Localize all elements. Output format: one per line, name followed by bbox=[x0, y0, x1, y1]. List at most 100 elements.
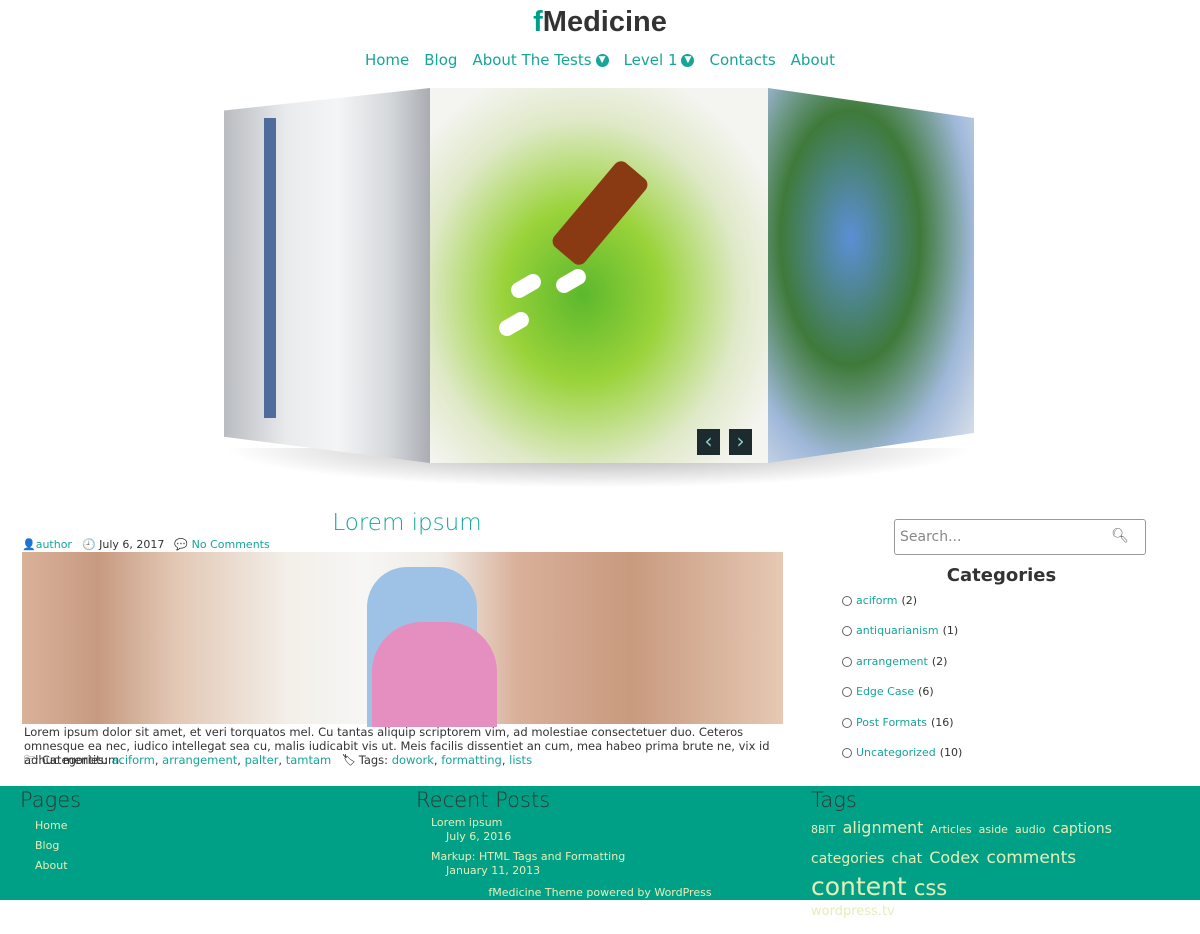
nav-about-the-tests[interactable]: About The Tests ▼ bbox=[472, 51, 609, 69]
tag-link[interactable]: wordpress.tv bbox=[811, 904, 895, 919]
tags-icon: 🏷 bbox=[342, 753, 356, 767]
recent-posts-title: Recent Posts bbox=[416, 788, 551, 812]
tag-link[interactable]: comments bbox=[986, 848, 1076, 868]
nav-blog[interactable]: Blog bbox=[424, 51, 457, 69]
category-item: antiquarianism (1) bbox=[842, 624, 962, 654]
comment-icon: 💬 bbox=[174, 538, 189, 551]
recent-post-link[interactable]: Lorem ipsum bbox=[431, 816, 625, 830]
category-link[interactable]: aciform bbox=[111, 753, 154, 767]
user-icon: 👤 bbox=[22, 538, 36, 551]
chevron-right-icon[interactable]: › bbox=[729, 429, 752, 455]
slide-leaf-pills-image bbox=[430, 88, 768, 463]
comments-meta: 💬 No Comments bbox=[174, 538, 269, 551]
category-item: Edge Case (6) bbox=[842, 685, 962, 715]
category-link[interactable]: palter bbox=[245, 753, 279, 767]
category-item: arrangement (2) bbox=[842, 655, 962, 685]
tag-link[interactable]: formatting bbox=[441, 753, 502, 767]
tag-link[interactable]: chat bbox=[891, 851, 922, 867]
category-link[interactable]: aciform bbox=[856, 594, 898, 624]
tag-link[interactable]: categories bbox=[811, 851, 884, 867]
category-count: (16) bbox=[931, 715, 954, 729]
tag-link[interactable]: dowork bbox=[392, 753, 434, 767]
category-count: (10) bbox=[939, 745, 963, 759]
tag-link[interactable]: Codex bbox=[929, 848, 979, 867]
pages-title: Pages bbox=[20, 788, 82, 812]
pill-shape bbox=[496, 309, 532, 339]
circle-bullet-icon bbox=[842, 717, 852, 728]
chevron-down-icon: ▼ bbox=[595, 53, 609, 67]
circle-bullet-icon bbox=[842, 687, 852, 698]
recent-post-link[interactable]: Markup: HTML Tags and Formatting bbox=[431, 850, 625, 864]
pill-shape bbox=[508, 271, 544, 301]
post-terms: 🗁 Categories: aciform, arrangement, palt… bbox=[24, 753, 533, 767]
powered-by[interactable]: fMedicine Theme powered by WordPress bbox=[0, 886, 1200, 899]
tags-label: Tags: bbox=[358, 753, 389, 767]
bottle-shape bbox=[549, 158, 651, 268]
nav-contacts[interactable]: Contacts bbox=[709, 51, 775, 69]
slide-doctor-image bbox=[224, 88, 430, 463]
pages-list: Home Blog About bbox=[35, 816, 68, 876]
comments-link[interactable]: No Comments bbox=[192, 538, 270, 551]
recent-post-date: January 11, 2013 bbox=[446, 864, 541, 877]
category-link[interactable]: arrangement bbox=[856, 655, 928, 685]
recent-posts-list: Lorem ipsum July 6, 2016 Markup: HTML Ta… bbox=[431, 816, 625, 878]
circle-bullet-icon bbox=[842, 747, 852, 758]
post-title[interactable]: Lorem ipsum bbox=[22, 510, 792, 536]
category-item: Uncategorized (10) bbox=[842, 746, 962, 776]
post-meta: 👤author 🕘 July 6, 2017 💬 No Comments bbox=[22, 538, 270, 551]
category-count: (2) bbox=[931, 654, 948, 668]
post-date: July 6, 2017 bbox=[99, 538, 165, 551]
category-item: aciform (2) bbox=[842, 594, 962, 624]
author-link[interactable]: author bbox=[36, 538, 72, 551]
category-count: (6) bbox=[918, 685, 934, 699]
category-count: (1) bbox=[942, 624, 959, 638]
tag-link[interactable]: captions bbox=[1053, 821, 1112, 837]
footer: Pages Home Blog About Recent Posts Lorem… bbox=[0, 786, 1200, 919]
image-slider: ‹ › bbox=[222, 88, 976, 488]
nav-level-1[interactable]: Level 1 ▼ bbox=[624, 51, 695, 69]
main-nav: Home Blog About The Tests ▼ Level 1 ▼ Cont… bbox=[0, 51, 1200, 69]
site-logo[interactable]: fMedicine bbox=[0, 6, 1200, 39]
footer-page-link[interactable]: Blog bbox=[35, 836, 68, 856]
tag-link[interactable]: audio bbox=[1015, 823, 1045, 836]
footer-page-link[interactable]: Home bbox=[35, 816, 68, 836]
clock-icon: 🕘 bbox=[81, 538, 96, 551]
tag-link[interactable]: lists bbox=[509, 753, 532, 767]
patient-shape bbox=[372, 622, 497, 727]
category-link[interactable]: Edge Case bbox=[856, 685, 914, 715]
folder-icon: 🗁 bbox=[24, 753, 39, 767]
category-link[interactable]: Post Formats bbox=[856, 716, 927, 746]
tag-link[interactable]: Articles bbox=[931, 823, 972, 836]
search-input[interactable]: Search... 🔍︎ bbox=[894, 519, 1146, 555]
nav-about[interactable]: About bbox=[791, 51, 835, 69]
category-item: Post Formats (16) bbox=[842, 716, 962, 746]
author-meta: 👤author bbox=[22, 538, 72, 551]
circle-bullet-icon bbox=[842, 596, 852, 606]
category-link[interactable]: arrangement bbox=[162, 753, 237, 767]
category-link[interactable]: Uncategorized bbox=[856, 746, 936, 776]
category-link[interactable]: antiquarianism bbox=[856, 624, 939, 654]
search-placeholder: Search... bbox=[900, 529, 962, 545]
tag-link[interactable]: aside bbox=[979, 823, 1008, 836]
tags-title: Tags bbox=[811, 788, 857, 812]
categories-title: Categories bbox=[946, 565, 1057, 586]
search-icon[interactable]: 🔍︎ bbox=[1111, 528, 1129, 544]
pill-shape bbox=[553, 266, 589, 296]
circle-bullet-icon bbox=[842, 656, 852, 667]
tag-cloud: 8BIT alignment Articles aside audio capt… bbox=[811, 814, 1171, 934]
recent-post-date: July 6, 2016 bbox=[446, 830, 512, 843]
tag-link[interactable]: alignment bbox=[843, 818, 924, 837]
post-featured-image[interactable] bbox=[22, 552, 783, 727]
category-count: (2) bbox=[901, 594, 918, 607]
tag-link[interactable]: 8BIT bbox=[811, 823, 836, 836]
chevron-left-icon[interactable]: ‹ bbox=[697, 429, 720, 455]
categories-label: Categories: bbox=[41, 753, 108, 767]
categories-list: aciform (2) antiquarianism (1) arrangement… bbox=[842, 594, 962, 776]
circle-bullet-icon bbox=[842, 626, 852, 637]
slide-flowers-image bbox=[768, 88, 974, 463]
nav-home[interactable]: Home bbox=[365, 51, 409, 69]
footer-page-link[interactable]: About bbox=[35, 856, 68, 876]
chevron-down-icon: ▼ bbox=[681, 53, 695, 67]
date-meta: 🕘 July 6, 2017 bbox=[82, 538, 164, 551]
category-link[interactable]: tamtam bbox=[286, 753, 332, 767]
